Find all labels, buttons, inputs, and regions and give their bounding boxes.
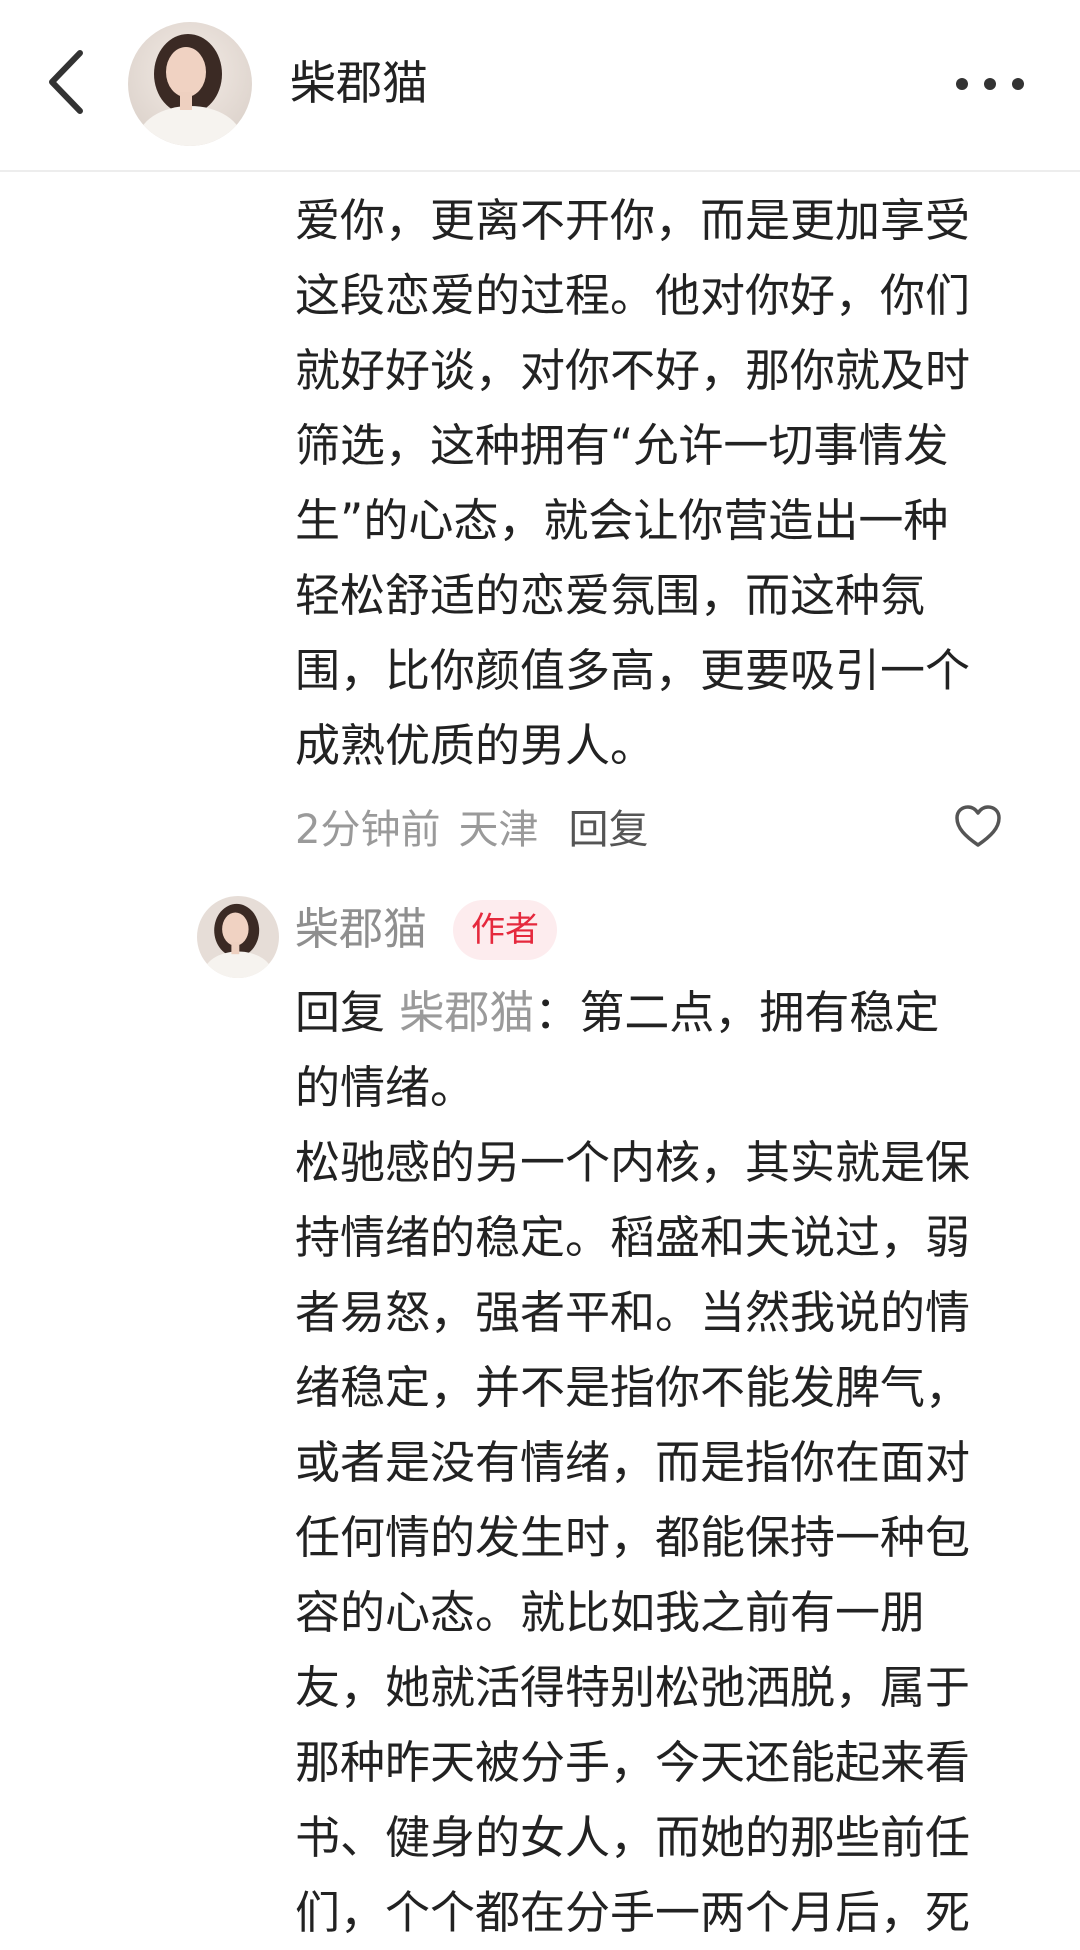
- like-button[interactable]: [950, 798, 1006, 854]
- comment-line: 爱你，更离不开你，而是更加享受: [295, 194, 971, 247]
- reply-line: 书、健身的女人，而她的那些前任: [295, 1811, 971, 1864]
- reply-line: 者易怒，强者平和。当然我说的情: [295, 1286, 971, 1339]
- reply-line: 的情绪。: [295, 1061, 476, 1114]
- reply-first-line-text: ：第二点，拥有稳定: [534, 986, 940, 1039]
- reply-line: 持情绪的稳定。稻盛和夫说过，弱: [295, 1211, 971, 1264]
- chevron-left-icon: [49, 50, 83, 114]
- reply-first-line: 回复 柴郡猫：第二点，拥有稳定: [295, 975, 1015, 1050]
- reply-line: 那种昨天被分手，今天还能起来看: [295, 1736, 971, 1789]
- comment-meta: 2分钟前 天津 回复: [295, 798, 648, 854]
- reply-line: 松驰感的另一个内核，其实就是保: [295, 1136, 971, 1189]
- comment-line: 围，比你颜值多高，更要吸引一个: [295, 644, 971, 697]
- comment-location: 天津: [458, 807, 539, 853]
- comment-line: 轻松舒适的恋爱氛围，而这种氛: [295, 569, 926, 622]
- reply-avatar[interactable]: [197, 896, 279, 978]
- reply-line: 绪稳定，并不是指你不能发脾气，: [295, 1361, 971, 1414]
- comment-line: 这段恋爱的过程。他对你好，你们: [295, 269, 971, 322]
- reply-to-name[interactable]: 柴郡猫: [399, 986, 534, 1039]
- author-badge: 作者: [453, 900, 557, 960]
- reply-line: 友，她就活得特别松弛洒脱，属于: [295, 1661, 971, 1714]
- more-options-button[interactable]: [940, 56, 1040, 112]
- comment-line: 筛选，这种拥有“允许一切事情发: [295, 419, 949, 472]
- comment-line: 成熟优质的男人。: [295, 719, 656, 772]
- reply-line: 们，个个都在分手一两个月后，死: [295, 1886, 971, 1939]
- reply-line: 任何情的发生时，都能保持一种包: [295, 1511, 971, 1564]
- reply-line: 或者是没有情绪，而是指你在面对: [295, 1436, 971, 1489]
- reply-line: 容的心态。就比如我之前有一朋: [295, 1586, 926, 1639]
- comment-time: 2分钟前: [295, 807, 441, 853]
- comment-body: 爱你，更离不开你，而是更加享受 这段恋爱的过程。他对你好，你们 就好好谈，对你不…: [295, 183, 1015, 783]
- heart-outline-icon: [955, 805, 1001, 847]
- top-bar: 柴郡猫: [0, 0, 1080, 172]
- reply-body: 回复 柴郡猫：第二点，拥有稳定 的情绪。 松驰感的另一个内核，其实就是保 持情绪…: [295, 975, 1015, 1950]
- avatar[interactable]: [128, 22, 252, 146]
- back-button[interactable]: [36, 46, 96, 118]
- header-username[interactable]: 柴郡猫: [290, 50, 428, 116]
- reply-author-name[interactable]: 柴郡猫: [295, 898, 427, 962]
- comment-line: 生”的心态，就会让你营造出一种: [295, 494, 949, 547]
- reply-button[interactable]: 回复: [568, 797, 648, 855]
- reply-prefix: 回复: [295, 986, 386, 1039]
- comment-line: 就好好谈，对你不好，那你就及时: [295, 344, 971, 397]
- more-horizontal-icon: [956, 78, 1024, 90]
